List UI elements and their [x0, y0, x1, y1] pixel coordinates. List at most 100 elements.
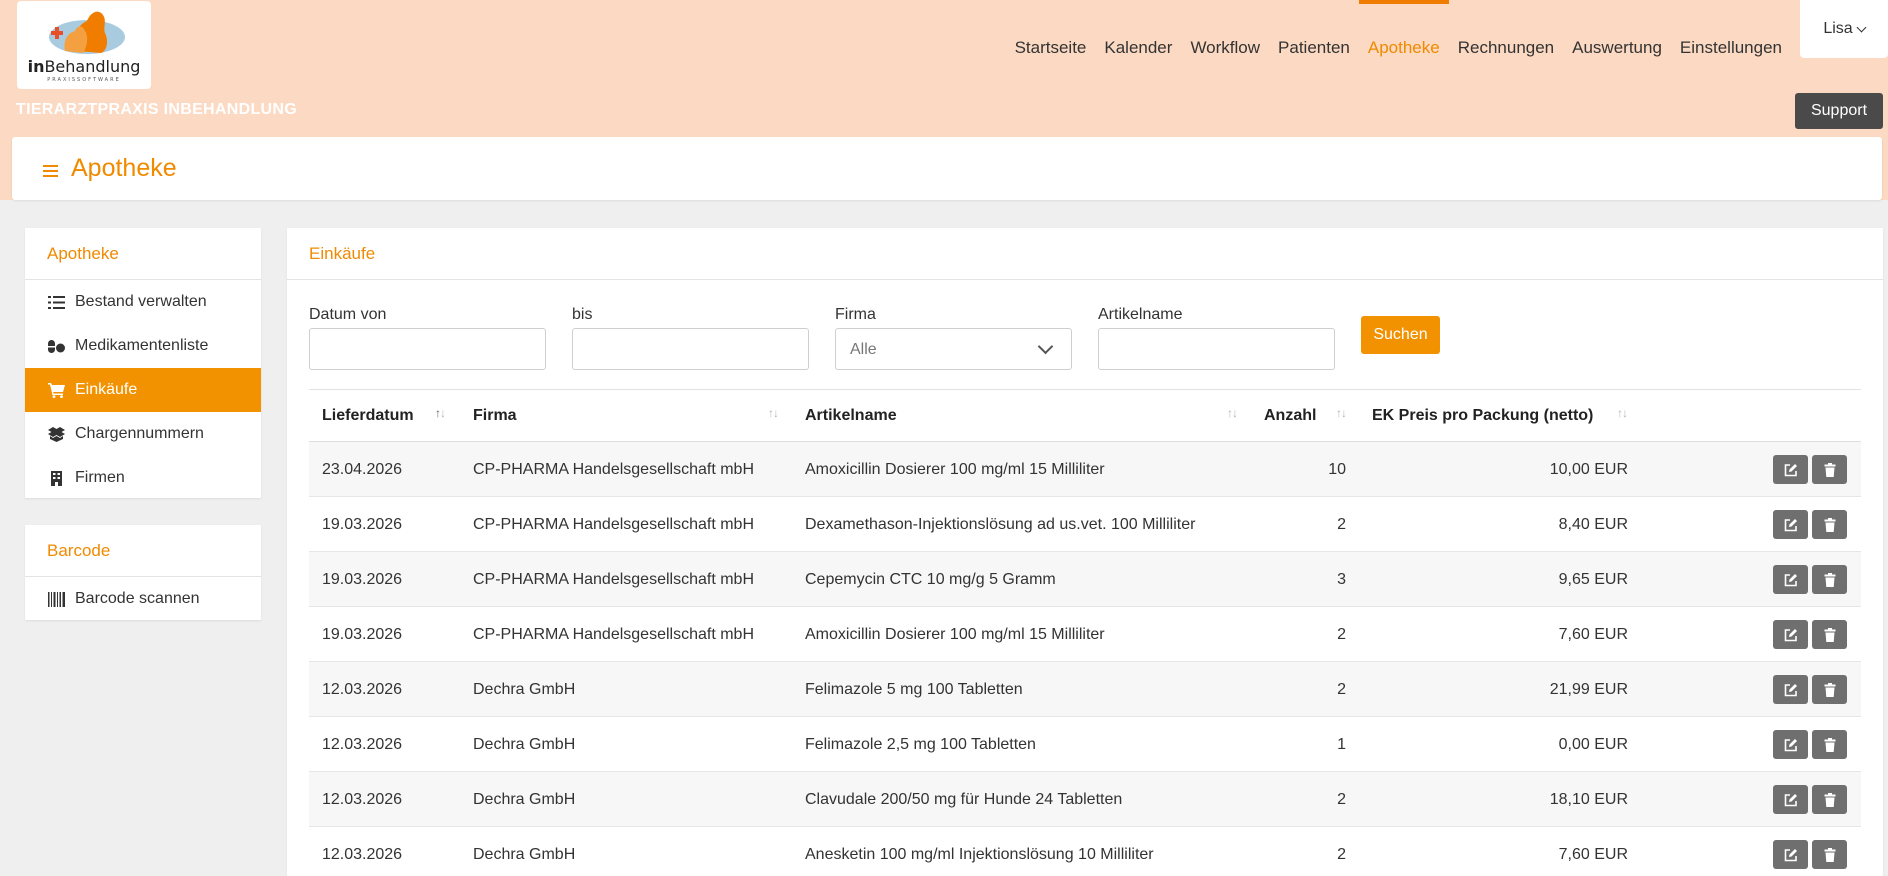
chevron-down-icon	[1037, 338, 1054, 355]
sidebar-barcode-panel: Barcode Barcode scannen	[25, 525, 261, 620]
barcode-icon	[47, 591, 65, 607]
cell-lieferdatum: 12.03.2026	[322, 790, 403, 808]
col-lieferdatum[interactable]: Lieferdatum	[322, 390, 414, 442]
logo-tagline: PRAXISSOFTWARE	[47, 77, 121, 83]
hamburger-menu-icon[interactable]	[43, 165, 58, 177]
company-select[interactable]: Alle	[835, 328, 1072, 370]
edit-button[interactable]	[1773, 840, 1808, 869]
sidebar-item-label: Firmen	[75, 469, 125, 486]
sidebar-section-title: Apotheke	[25, 228, 261, 280]
col-artikelname[interactable]: Artikelname	[805, 390, 897, 442]
nav-auswertung[interactable]: Auswertung	[1563, 0, 1671, 100]
cell-firma: CP-PHARMA Handelsgesellschaft mbH	[473, 460, 754, 478]
pills-icon	[47, 338, 65, 354]
cell-ek-preis: 7,60 EUR	[1558, 845, 1628, 863]
edit-button[interactable]	[1773, 620, 1808, 649]
cell-anzahl: 10	[1328, 460, 1346, 478]
sidebar-item-firmen[interactable]: Firmen	[25, 456, 261, 500]
date-to-input[interactable]	[572, 328, 809, 370]
search-button[interactable]: Suchen	[1361, 316, 1440, 354]
cell-lieferdatum: 19.03.2026	[322, 570, 403, 588]
sidebar-item-medikamentenliste[interactable]: Medikamentenliste	[25, 324, 261, 368]
table-row: 19.03.2026 CP-PHARMA Handelsgesellschaft…	[309, 497, 1861, 552]
edit-button[interactable]	[1773, 510, 1808, 539]
trash-icon	[1824, 682, 1835, 697]
list-icon	[47, 294, 65, 310]
cell-firma: Dechra GmbH	[473, 790, 576, 808]
article-input[interactable]	[1098, 328, 1335, 370]
cell-artikelname: Amoxicillin Dosierer 100 mg/ml 15 Millil…	[805, 460, 1105, 478]
cart-icon	[47, 382, 65, 398]
sort-asc-icon[interactable]: ↑↓	[435, 406, 446, 420]
table-row: 12.03.2026 Dechra GmbH Felimazole 2,5 mg…	[309, 717, 1861, 772]
sort-icon[interactable]: ↑↓	[768, 406, 779, 420]
col-anzahl[interactable]: Anzahl	[1264, 390, 1316, 442]
delete-button[interactable]	[1812, 675, 1847, 704]
edit-button[interactable]	[1773, 565, 1808, 594]
edit-icon	[1784, 463, 1797, 476]
cell-ek-preis: 8,40 EUR	[1558, 515, 1628, 533]
sidebar-item-bestand[interactable]: Bestand verwalten	[25, 280, 261, 324]
delete-button[interactable]	[1812, 730, 1847, 759]
table-row: 12.03.2026 Dechra GmbH Anesketin 100 mg/…	[309, 827, 1861, 876]
cell-firma: CP-PHARMA Handelsgesellschaft mbH	[473, 515, 754, 533]
table-body: 23.04.2026 CP-PHARMA Handelsgesellschaft…	[309, 442, 1861, 876]
trash-icon	[1824, 462, 1835, 477]
nav-rechnungen[interactable]: Rechnungen	[1449, 0, 1563, 100]
table-row: 19.03.2026 CP-PHARMA Handelsgesellschaft…	[309, 552, 1861, 607]
cell-firma: Dechra GmbH	[473, 735, 576, 753]
sidebar-item-barcode-scannen[interactable]: Barcode scannen	[25, 577, 261, 621]
section-title: Einkäufe	[287, 228, 1883, 280]
cell-lieferdatum: 23.04.2026	[322, 460, 403, 478]
cell-anzahl: 2	[1337, 515, 1346, 533]
logo[interactable]: inBehandlung PRAXISSOFTWARE	[17, 1, 151, 89]
delete-button[interactable]	[1812, 510, 1847, 539]
user-name: Lisa	[1823, 20, 1853, 37]
edit-button[interactable]	[1773, 455, 1808, 484]
cell-lieferdatum: 12.03.2026	[322, 735, 403, 753]
date-from-input[interactable]	[309, 328, 546, 370]
nav-einstellungen[interactable]: Einstellungen	[1671, 0, 1791, 100]
delete-button[interactable]	[1812, 455, 1847, 484]
delete-button[interactable]	[1812, 785, 1847, 814]
trash-icon	[1824, 737, 1835, 752]
delete-button[interactable]	[1812, 620, 1847, 649]
sidebar-item-label: Medikamentenliste	[75, 337, 209, 354]
date-from-label: Datum von	[309, 306, 387, 323]
edit-button[interactable]	[1773, 730, 1808, 759]
edit-icon	[1784, 683, 1797, 696]
delete-button[interactable]	[1812, 840, 1847, 869]
cell-ek-preis: 7,60 EUR	[1558, 625, 1628, 643]
edit-button[interactable]	[1773, 675, 1808, 704]
col-firma[interactable]: Firma	[473, 390, 517, 442]
sidebar-apotheke-panel: Apotheke Bestand verwalten Medikamentenl…	[25, 228, 261, 498]
delete-button[interactable]	[1812, 565, 1847, 594]
nav-patienten[interactable]: Patienten	[1269, 0, 1359, 100]
nav-startseite[interactable]: Startseite	[1006, 0, 1096, 100]
table-row: 23.04.2026 CP-PHARMA Handelsgesellschaft…	[309, 442, 1861, 497]
cell-lieferdatum: 19.03.2026	[322, 515, 403, 533]
cell-anzahl: 2	[1337, 790, 1346, 808]
sort-icon[interactable]: ↑↓	[1617, 406, 1628, 420]
support-button[interactable]: Support	[1795, 93, 1883, 129]
table-row: 12.03.2026 Dechra GmbH Felimazole 5 mg 1…	[309, 662, 1861, 717]
nav-kalender[interactable]: Kalender	[1095, 0, 1181, 100]
cell-anzahl: 2	[1337, 625, 1346, 643]
cell-anzahl: 3	[1337, 570, 1346, 588]
cell-lieferdatum: 19.03.2026	[322, 625, 403, 643]
col-ek-preis[interactable]: EK Preis pro Packung (netto)	[1372, 390, 1593, 442]
cell-artikelname: Anesketin 100 mg/ml Injektionslösung 10 …	[805, 845, 1154, 863]
sidebar-item-einkaeufe[interactable]: Einkäufe	[25, 368, 261, 412]
user-menu[interactable]: Lisa	[1800, 0, 1888, 58]
sort-icon[interactable]: ↑↓	[1227, 406, 1238, 420]
boxes-icon	[47, 426, 65, 442]
cell-artikelname: Amoxicillin Dosierer 100 mg/ml 15 Millil…	[805, 625, 1105, 643]
edit-button[interactable]	[1773, 785, 1808, 814]
sort-icon[interactable]: ↑↓	[1336, 406, 1347, 420]
nav-apotheke[interactable]: Apotheke	[1358, 0, 1449, 100]
cell-artikelname: Clavudale 200/50 mg für Hunde 24 Tablett…	[805, 790, 1123, 808]
cell-ek-preis: 21,99 EUR	[1549, 680, 1628, 698]
sidebar-item-chargennummern[interactable]: Chargennummern	[25, 412, 261, 456]
nav-workflow[interactable]: Workflow	[1181, 0, 1269, 100]
cell-ek-preis: 18,10 EUR	[1549, 790, 1628, 808]
